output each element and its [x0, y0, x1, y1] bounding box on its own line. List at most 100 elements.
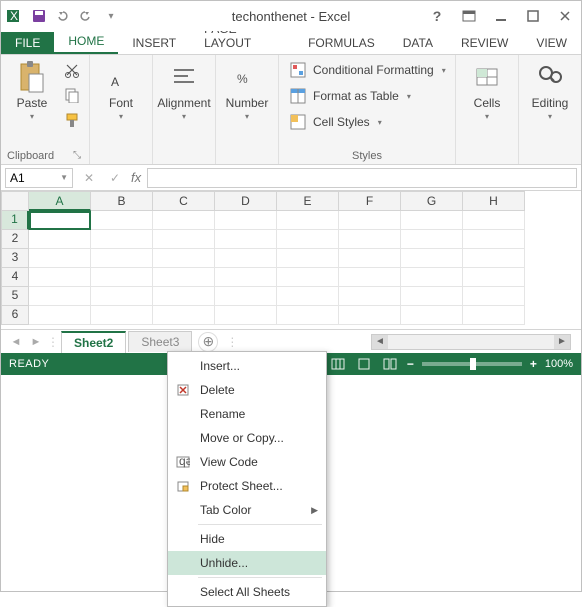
redo-icon[interactable]: [77, 6, 97, 26]
column-header[interactable]: A: [29, 191, 91, 211]
cell[interactable]: [153, 230, 215, 249]
context-hide[interactable]: Hide: [168, 527, 326, 551]
paste-button[interactable]: Paste ▾: [7, 59, 57, 121]
context-move-copy[interactable]: Move or Copy...: [168, 426, 326, 450]
formula-bar[interactable]: [147, 168, 577, 188]
cell[interactable]: [339, 268, 401, 287]
zoom-level[interactable]: 100%: [545, 358, 573, 370]
tab-formulas[interactable]: FORMULAS: [294, 32, 389, 54]
context-insert[interactable]: Insert...: [168, 354, 326, 378]
cell[interactable]: [277, 230, 339, 249]
cell[interactable]: [463, 249, 525, 268]
cell[interactable]: [91, 287, 153, 306]
cell[interactable]: [153, 211, 215, 230]
horizontal-scrollbar[interactable]: ◄ ►: [371, 334, 571, 350]
ribbon-display-icon[interactable]: [457, 6, 481, 26]
name-box[interactable]: A1 ▼: [5, 168, 73, 188]
sheet-nav-prev-icon[interactable]: ◄: [7, 333, 25, 351]
view-normal-icon[interactable]: [329, 356, 347, 372]
tab-file[interactable]: FILE: [1, 32, 54, 54]
cut-icon[interactable]: [61, 59, 83, 81]
cell[interactable]: [91, 211, 153, 230]
tab-data[interactable]: DATA: [389, 32, 447, 54]
cell[interactable]: [339, 306, 401, 325]
cell[interactable]: [29, 211, 91, 230]
tab-home[interactable]: HOME: [54, 30, 118, 54]
select-all-corner[interactable]: [1, 191, 29, 211]
zoom-in-icon[interactable]: +: [530, 357, 537, 371]
context-tab-color[interactable]: Tab Color ▶: [168, 498, 326, 522]
cell[interactable]: [339, 287, 401, 306]
row-header[interactable]: 4: [1, 268, 29, 287]
column-header[interactable]: G: [401, 191, 463, 211]
view-page-break-icon[interactable]: [381, 356, 399, 372]
cell[interactable]: [401, 211, 463, 230]
cell[interactable]: [215, 268, 277, 287]
alignment-button[interactable]: Alignment ▾: [159, 59, 209, 121]
cell[interactable]: [91, 249, 153, 268]
undo-icon[interactable]: [53, 6, 73, 26]
cell[interactable]: [401, 249, 463, 268]
column-header[interactable]: E: [277, 191, 339, 211]
maximize-icon[interactable]: [521, 6, 545, 26]
cancel-formula-icon[interactable]: ✕: [79, 168, 99, 188]
cell[interactable]: [215, 306, 277, 325]
context-view-code[interactable]: qə View Code: [168, 450, 326, 474]
cell[interactable]: [91, 268, 153, 287]
cell[interactable]: [29, 249, 91, 268]
cell[interactable]: [91, 306, 153, 325]
cell[interactable]: [277, 211, 339, 230]
cell[interactable]: [277, 268, 339, 287]
scroll-left-icon[interactable]: ◄: [372, 335, 388, 349]
row-header[interactable]: 1: [1, 211, 29, 230]
tab-insert[interactable]: INSERT: [118, 32, 190, 54]
cell[interactable]: [215, 287, 277, 306]
column-header[interactable]: C: [153, 191, 215, 211]
cell[interactable]: [215, 249, 277, 268]
tab-review[interactable]: REVIEW: [447, 32, 522, 54]
context-unhide[interactable]: Unhide...: [168, 551, 326, 575]
close-icon[interactable]: [553, 6, 577, 26]
copy-icon[interactable]: [61, 84, 83, 106]
save-icon[interactable]: [29, 6, 49, 26]
cell[interactable]: [29, 287, 91, 306]
zoom-slider[interactable]: [422, 362, 522, 366]
cell[interactable]: [401, 230, 463, 249]
row-header[interactable]: 6: [1, 306, 29, 325]
cell[interactable]: [215, 230, 277, 249]
cell[interactable]: [215, 211, 277, 230]
conditional-formatting-button[interactable]: Conditional Formatting ▾: [289, 59, 446, 81]
cell[interactable]: [463, 287, 525, 306]
zoom-out-icon[interactable]: −: [407, 357, 414, 371]
cell[interactable]: [91, 230, 153, 249]
cell[interactable]: [463, 211, 525, 230]
cell[interactable]: [339, 211, 401, 230]
fx-icon[interactable]: fx: [131, 170, 141, 185]
clipboard-dialog-launcher[interactable]: ⤡: [73, 150, 83, 161]
column-header[interactable]: H: [463, 191, 525, 211]
context-delete[interactable]: Delete: [168, 378, 326, 402]
font-button[interactable]: A Font ▾: [96, 59, 146, 121]
cell[interactable]: [463, 306, 525, 325]
cell[interactable]: [401, 268, 463, 287]
sheet-tab[interactable]: Sheet3: [128, 331, 192, 352]
cell[interactable]: [463, 230, 525, 249]
cell[interactable]: [339, 249, 401, 268]
tab-view[interactable]: VIEW: [522, 32, 581, 54]
cell[interactable]: [153, 287, 215, 306]
cell[interactable]: [29, 306, 91, 325]
excel-app-icon[interactable]: X: [5, 6, 25, 26]
cell[interactable]: [277, 287, 339, 306]
number-button[interactable]: % Number ▾: [222, 59, 272, 121]
row-header[interactable]: 5: [1, 287, 29, 306]
cell[interactable]: [29, 268, 91, 287]
format-painter-icon[interactable]: [61, 109, 83, 131]
cell[interactable]: [153, 249, 215, 268]
cell[interactable]: [29, 230, 91, 249]
context-protect-sheet[interactable]: Protect Sheet...: [168, 474, 326, 498]
column-header[interactable]: F: [339, 191, 401, 211]
minimize-icon[interactable]: [489, 6, 513, 26]
cell[interactable]: [339, 230, 401, 249]
enter-formula-icon[interactable]: ✓: [105, 168, 125, 188]
context-select-all-sheets[interactable]: Select All Sheets: [168, 580, 326, 604]
